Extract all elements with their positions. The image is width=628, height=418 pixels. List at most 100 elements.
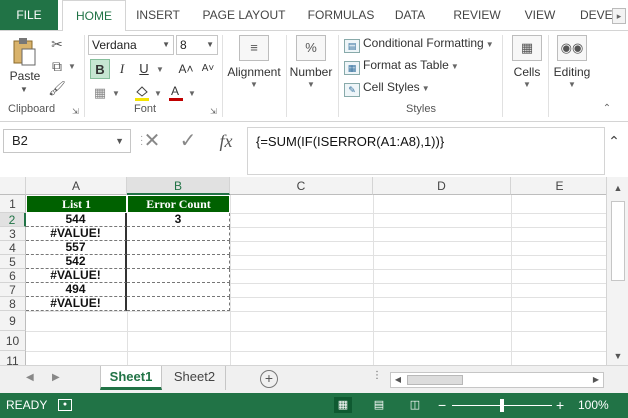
page-layout-view-icon[interactable]: ▤	[370, 397, 388, 413]
conditional-formatting-label: Conditional Formatting	[363, 36, 484, 50]
chevron-down-icon[interactable]: ▼	[68, 62, 76, 71]
font-color-icon[interactable]: A	[166, 83, 186, 103]
format-as-table-label: Format as Table	[363, 58, 449, 72]
scroll-left-icon[interactable]: ◀	[391, 373, 405, 387]
insert-function-icon[interactable]: fx	[212, 129, 240, 153]
editing-button[interactable]: ◉◉ Editing ▼	[550, 35, 594, 99]
collapse-ribbon-icon[interactable]: ⌃	[598, 103, 616, 117]
percent-icon: %	[296, 35, 326, 61]
alignment-button[interactable]: ≡ Alignment ▼	[226, 35, 282, 99]
chevron-down-icon[interactable]: ▼	[188, 89, 196, 98]
formula-input[interactable]: {=SUM(IF(ISERROR(A1:A8),1))}	[247, 127, 605, 175]
font-name-value: Verdana	[92, 38, 137, 52]
chevron-down-icon: ▼	[115, 136, 124, 146]
status-bar: READY ● ▦ ▤ ◫ − + 100%	[0, 393, 628, 418]
conditional-formatting-button[interactable]: ▤ Conditional Formatting ▼	[344, 33, 494, 53]
cells-grid-icon: ▦	[512, 35, 542, 61]
vertical-scroll-thumb[interactable]	[611, 201, 625, 281]
zoom-slider-thumb[interactable]	[500, 399, 504, 412]
zoom-level[interactable]: 100%	[578, 393, 609, 418]
tab-page-layout[interactable]: PAGE LAYOUT	[196, 0, 292, 30]
add-sheet-icon[interactable]: +	[260, 370, 278, 388]
tab-view[interactable]: VIEW	[518, 0, 562, 30]
collapse-formula-bar-icon[interactable]: ⌃	[604, 131, 624, 151]
tab-home[interactable]: HOME	[62, 0, 126, 31]
number-label: Number	[289, 65, 333, 79]
sheet-tab-sheet2[interactable]: Sheet2	[164, 366, 226, 390]
cells-button[interactable]: ▦ Cells ▼	[506, 35, 548, 99]
fill-color-icon[interactable]	[132, 83, 152, 103]
chevron-down-icon[interactable]: ▼	[20, 85, 28, 94]
cell-styles-button[interactable]: ✎ Cell Styles ▼	[344, 77, 430, 97]
chevron-down-icon: ▼	[485, 40, 494, 49]
align-lines-icon: ≡	[239, 35, 269, 61]
bold-button[interactable]: B	[90, 59, 110, 79]
cells-label: Cells	[513, 65, 541, 79]
horizontal-scroll-thumb[interactable]	[407, 375, 463, 385]
decrease-font-icon[interactable]: A˅	[198, 59, 218, 79]
format-painter-icon[interactable]: 🖌	[48, 79, 66, 97]
underline-button[interactable]: U	[134, 59, 154, 79]
tab-split-handle[interactable]: ⋮	[372, 370, 382, 381]
scroll-down-icon[interactable]: ▼	[611, 349, 625, 363]
font-size-combo[interactable]: 8 ▼	[176, 35, 218, 55]
page-break-view-icon[interactable]: ◫	[406, 397, 424, 413]
zoom-out-icon[interactable]: −	[438, 393, 446, 418]
tab-insert[interactable]: INSERT	[132, 0, 184, 30]
ribbon-home: Paste ▼ ✂ ⧉ ▼ 🖌 Clipboard ⇲ Verdana ▼ 8 …	[0, 30, 628, 122]
enter-icon[interactable]: ✓	[174, 129, 202, 153]
binoculars-icon: ◉◉	[557, 35, 587, 61]
chevron-down-icon: ▼	[307, 80, 315, 89]
cancel-icon[interactable]: ✕	[138, 129, 166, 153]
font-name-combo[interactable]: Verdana ▼	[88, 35, 174, 55]
styles-group-label: Styles	[406, 103, 436, 115]
copy-icon[interactable]: ⧉	[48, 57, 66, 75]
chevron-down-icon: ▼	[450, 62, 459, 71]
chevron-down-icon: ▼	[250, 80, 258, 89]
group-divider	[286, 35, 287, 117]
group-divider	[338, 35, 339, 117]
font-color-a-icon: A	[169, 84, 183, 101]
worksheet-grid: A B C D E 1 2 3 4 5 6 7 8 9 10 11 List 1…	[0, 177, 606, 365]
tab-data[interactable]: DATA	[388, 0, 432, 30]
ribbon-tab-bar: FILE HOME INSERT PAGE LAYOUT FORMULAS DA…	[0, 0, 628, 31]
tab-review[interactable]: REVIEW	[447, 0, 507, 30]
table-icon: ▦	[344, 61, 360, 75]
zoom-in-icon[interactable]: +	[556, 393, 564, 418]
paint-bucket-icon	[135, 86, 149, 101]
format-as-table-button[interactable]: ▦ Format as Table ▼	[344, 55, 459, 75]
cut-icon[interactable]: ✂	[48, 35, 66, 53]
chevron-down-icon[interactable]: ▼	[156, 65, 164, 74]
scroll-right-icon[interactable]: ▶	[589, 373, 603, 387]
chevron-down-icon: ▼	[162, 40, 170, 49]
paste-button[interactable]: Paste ▼	[6, 35, 44, 97]
sheet-tab-sheet1[interactable]: Sheet1	[100, 366, 162, 390]
macro-record-icon[interactable]: ●	[58, 399, 72, 411]
tab-formulas[interactable]: FORMULAS	[302, 0, 380, 30]
conditional-formatting-icon: ▤	[344, 39, 360, 53]
prev-sheet-icon[interactable]: ◀	[26, 372, 34, 383]
number-button[interactable]: % Number ▼	[288, 35, 334, 99]
tab-file[interactable]: FILE	[0, 0, 58, 30]
status-ready: READY	[6, 398, 48, 412]
name-box[interactable]: B2 ▼	[3, 129, 131, 153]
gridlines	[26, 195, 606, 365]
dialog-launcher-icon[interactable]: ⇲	[210, 107, 217, 116]
normal-view-icon[interactable]: ▦	[334, 397, 352, 413]
italic-button[interactable]: I	[112, 59, 132, 79]
horizontal-scrollbar[interactable]: ◀ ▶	[390, 372, 604, 388]
clipboard-group-label: Clipboard	[8, 103, 56, 115]
font-group-label: Font	[134, 103, 157, 115]
increase-font-icon[interactable]: A˄	[176, 59, 196, 79]
name-box-value: B2	[12, 133, 28, 148]
chevron-down-icon[interactable]: ▼	[154, 89, 162, 98]
borders-icon[interactable]: ▦	[90, 83, 110, 103]
chevron-down-icon[interactable]: ▼	[112, 89, 120, 98]
sheet-tab-bar: ◀ ▶ Sheet1 Sheet2 + ⋮ ◀ ▶	[0, 365, 628, 393]
dialog-launcher-icon[interactable]: ⇲	[72, 107, 79, 116]
scroll-up-icon[interactable]: ▲	[611, 181, 625, 195]
next-sheet-icon[interactable]: ▶	[52, 372, 60, 383]
cell-styles-label: Cell Styles	[363, 80, 420, 94]
vertical-scrollbar[interactable]: ▲ ▼	[606, 177, 628, 365]
tab-scroll-right-icon[interactable]: ▸	[612, 8, 626, 24]
